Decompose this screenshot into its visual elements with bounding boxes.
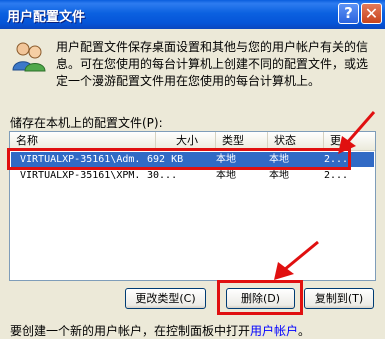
change-type-button[interactable]: 更改类型(C) xyxy=(125,288,206,309)
footer-suffix: 。 xyxy=(298,324,311,338)
column-header-modified[interactable]: 更 xyxy=(324,132,375,150)
row-name: VIRTUALXP-35161\Adm... xyxy=(20,154,138,165)
close-button[interactable]: ✕ xyxy=(361,3,382,24)
column-header-status[interactable]: 状态 xyxy=(268,132,324,150)
column-header-size[interactable]: 大小 xyxy=(156,132,216,150)
footer-prefix: 要创建一个新的用户帐户，在控制面板中打开 xyxy=(10,324,251,338)
column-header-name[interactable]: 名称 xyxy=(10,132,156,150)
users-icon xyxy=(12,42,46,72)
title-bar: 用户配置文件 ? ✕ xyxy=(0,0,385,29)
row-name: VIRTUALXP-35161\XPM... xyxy=(20,170,138,181)
row-type: 本地 xyxy=(216,170,236,181)
table-row[interactable]: VIRTUALXP-35161\XPM... 30... 本地 本地 2... xyxy=(11,168,374,183)
delete-button[interactable]: 删除(D) xyxy=(226,288,295,309)
column-header-type[interactable]: 类型 xyxy=(216,132,268,150)
footer-note: 要创建一个新的用户帐户，在控制面板中打开用户帐户。 xyxy=(10,322,310,339)
help-button[interactable]: ? xyxy=(338,3,359,24)
row-status: 本地 xyxy=(269,154,289,165)
copy-to-button[interactable]: 复制到(T) xyxy=(304,288,374,309)
row-size: 30... xyxy=(147,170,178,181)
list-header: 名称 大小 类型 状态 更 xyxy=(10,132,375,151)
window-title: 用户配置文件 xyxy=(7,10,86,25)
stored-profiles-label: 储存在本机上的配置文件(P): xyxy=(10,116,163,130)
row-modified: 2... xyxy=(324,154,349,165)
user-accounts-link[interactable]: 用户帐户 xyxy=(250,324,298,338)
row-status: 本地 xyxy=(269,170,289,181)
table-row[interactable]: VIRTUALXP-35161\Adm... 692 KB 本地 本地 2... xyxy=(11,152,374,167)
row-type: 本地 xyxy=(216,154,236,165)
intro-text: 用户配置文件保存桌面设置和其他与您的用户帐户有关的信息。可在您使用的每台计算机上… xyxy=(56,40,369,88)
row-modified: 2... xyxy=(324,170,349,181)
row-size: 692 KB xyxy=(147,154,184,165)
profiles-list[interactable]: 名称 大小 类型 状态 更 VIRTUALXP-35161\Adm... 692… xyxy=(9,131,376,281)
